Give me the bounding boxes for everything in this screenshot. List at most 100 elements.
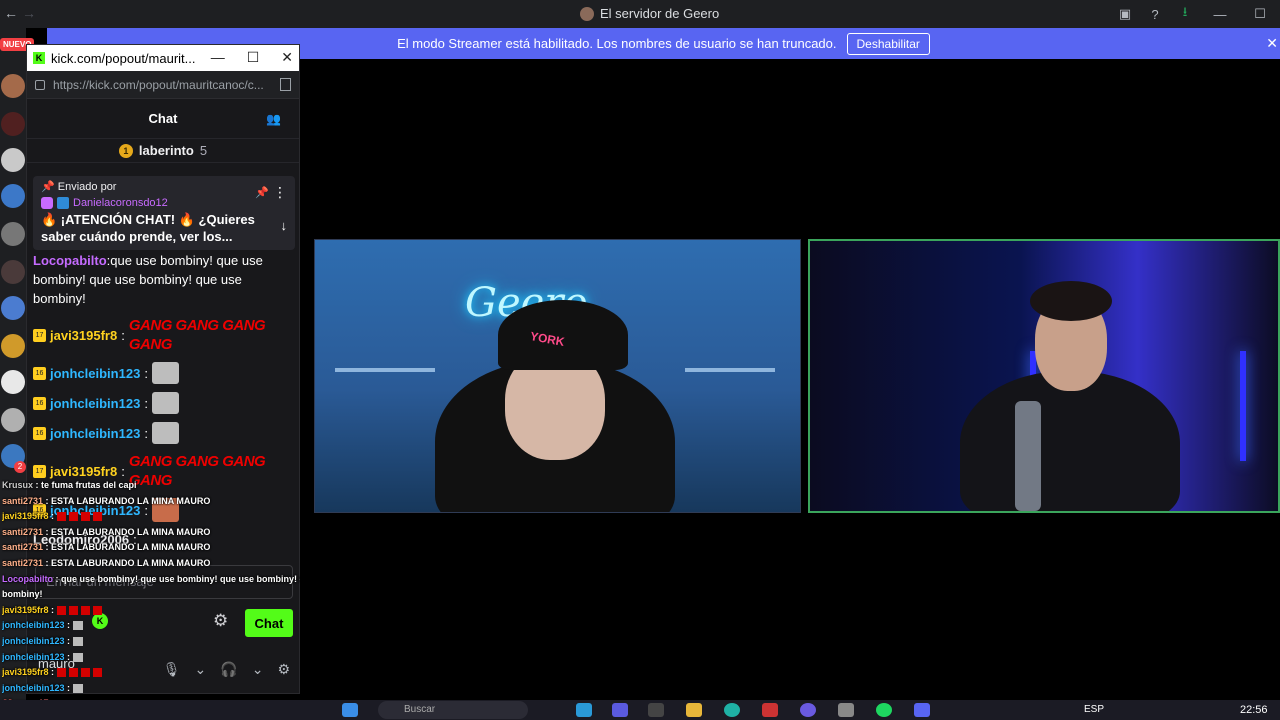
reader-icon[interactable] — [280, 78, 291, 91]
subscriber-badge-icon: 17 — [33, 464, 46, 478]
subscriber-badge-icon: 16 — [33, 366, 46, 380]
help-icon[interactable]: ? — [1140, 0, 1170, 28]
server-icon[interactable] — [1, 74, 25, 98]
overlay-message-text: bombiny! — [2, 589, 43, 600]
window-titlebar: ← → El servidor de Geero ▣ ? ⭳ — ☐ — [0, 0, 1280, 28]
overlay-message-text: ESTA LABURANDO LA MINA MAURO — [51, 526, 211, 537]
separator: : — [144, 365, 148, 381]
server-icon[interactable] — [1, 148, 25, 172]
server-title-text: El servidor de Geero — [600, 6, 720, 21]
separator: : — [43, 542, 52, 553]
server-icon[interactable] — [1, 408, 25, 432]
pin-icon[interactable]: 📌 — [255, 186, 269, 199]
stream-overlay-chat: Krusux : te fuma frutas del capi santi273… — [2, 478, 300, 720]
server-icon[interactable] — [1, 296, 25, 320]
overlay-username: javi3195fr8 — [2, 511, 49, 522]
chat-message: 16 jonhcleibin123: — [33, 392, 295, 414]
server-icon[interactable] — [1, 112, 25, 136]
leaderboard-name: laberinto — [138, 143, 194, 158]
overlay-username: Locopabilto — [2, 573, 53, 584]
clock[interactable]: 22:56 — [1240, 704, 1268, 716]
overlay-username: santi2731 — [2, 557, 44, 568]
server-icon[interactable] — [1, 260, 25, 284]
server-icon[interactable] — [1, 334, 25, 358]
overlay-chat-line: santi2731 : ESTA LABURANDO LA MINA MAURO — [2, 525, 300, 541]
minimize-button[interactable]: — — [1200, 0, 1240, 28]
overlay-chat-line: santi2731 : ESTA LABURANDO LA MINA MAURO — [2, 494, 300, 510]
maximize-icon[interactable]: ☐ — [247, 49, 260, 66]
chat-username[interactable]: Locopabilto — [33, 253, 107, 268]
app-icon[interactable] — [838, 703, 854, 717]
overlay-chat-line: Krusux : te fuma frutas del capi — [2, 478, 300, 494]
windows-taskbar: Buscar ESP 22:56 — [0, 700, 1280, 720]
overlay-message-text: ESTA LABURANDO LA MINA MAURO — [51, 542, 211, 553]
close-icon[interactable]: ✕ — [1266, 35, 1278, 52]
maximize-button[interactable]: ☐ — [1240, 0, 1280, 28]
browser-icon[interactable] — [724, 703, 740, 717]
separator: : — [43, 557, 52, 568]
video-tile-streamer-2[interactable] — [808, 239, 1280, 513]
app-icon[interactable] — [648, 703, 664, 717]
chat-username[interactable]: javi3195fr8 — [50, 326, 117, 345]
site-info-icon[interactable] — [35, 79, 45, 90]
kick-logo-icon: K — [33, 52, 45, 64]
server-avatar-icon — [580, 6, 594, 21]
app-icon[interactable] — [800, 703, 816, 717]
overlay-chat-line: jonhcleibin123 : — [2, 618, 300, 634]
separator: : — [48, 511, 57, 522]
more-options-icon[interactable]: ⋮ — [273, 184, 287, 201]
separator: : — [64, 651, 73, 662]
folder-icon[interactable] — [686, 703, 702, 717]
overlay-message-text: te fuma frutas del capi — [41, 480, 137, 490]
disable-streamer-mode-button[interactable]: Deshabilitar — [846, 32, 930, 55]
separator: : — [53, 573, 61, 584]
separator: : — [121, 327, 125, 343]
discord-icon[interactable] — [914, 703, 930, 717]
pinned-message-text: 🔥 ¡ATENCIÓN CHAT! 🔥 ¿Quieres saber cuánd… — [41, 212, 255, 244]
water-bottle — [1015, 401, 1041, 511]
banner-text: El modo Streamer está habilitado. Los no… — [397, 36, 837, 51]
separator: : — [33, 480, 42, 490]
forward-arrow-icon[interactable]: → — [22, 5, 36, 21]
leaderboard-entry[interactable]: 1 laberinto 5 — [27, 139, 299, 163]
emote-image — [80, 512, 90, 522]
start-icon[interactable] — [342, 703, 358, 717]
spotify-icon[interactable] — [876, 703, 892, 717]
overlay-message-text: que use bombiny! que use bombiny! que us… — [61, 573, 300, 584]
chat-username[interactable]: jonhcleibin123 — [50, 424, 140, 443]
app-icon[interactable] — [762, 703, 778, 717]
emote-image — [92, 512, 102, 522]
video-tile-streamer-1[interactable]: Geero YORK — [314, 239, 801, 513]
server-icon[interactable] — [1, 222, 25, 246]
overlay-username: jonhcleibin123 — [2, 620, 65, 631]
back-arrow-icon[interactable]: ← — [4, 5, 18, 21]
language-indicator[interactable]: ESP — [1084, 704, 1104, 715]
users-icon[interactable]: 👥 — [266, 112, 281, 126]
close-icon[interactable]: ✕ — [281, 49, 293, 66]
pinned-author[interactable]: Danielacoronsdo12 — [41, 197, 287, 209]
server-icon[interactable] — [1, 184, 25, 208]
url-text[interactable]: https://kick.com/popout/mauritcanoc/c... — [53, 78, 280, 92]
pinned-message: 📌 Enviado por Danielacoronsdo12 🔥 ¡ATENC… — [33, 176, 295, 250]
app-icon[interactable] — [576, 703, 592, 717]
emote-image — [80, 605, 90, 615]
chat-username[interactable]: jonhcleibin123 — [50, 394, 140, 413]
overlay-chat-line: santi2731 : ESTA LABURANDO LA MINA MAURO — [2, 540, 300, 556]
separator: : — [144, 395, 148, 411]
emote-image — [72, 637, 83, 647]
chat-username[interactable]: jonhcleibin123 — [50, 364, 140, 383]
pinned-author-name: Danielacoronsdo12 — [73, 197, 168, 209]
overlay-chat-line: jonhcleibin123 : — [2, 681, 300, 697]
server-icon[interactable] — [1, 370, 25, 394]
minimize-icon[interactable]: — — [211, 49, 225, 66]
emote-image — [151, 422, 179, 444]
app-icon[interactable] — [612, 703, 628, 717]
inbox-icon[interactable]: ▣ — [1110, 0, 1140, 28]
expand-arrow-icon[interactable]: ↓ — [281, 218, 288, 233]
taskbar-search[interactable]: Buscar — [378, 701, 528, 719]
separator: : — [64, 620, 73, 631]
separator: : — [64, 635, 73, 646]
pinned-label: 📌 Enviado por — [41, 181, 117, 193]
download-icon[interactable]: ⭳ — [1170, 0, 1200, 28]
emote-image — [56, 605, 66, 615]
